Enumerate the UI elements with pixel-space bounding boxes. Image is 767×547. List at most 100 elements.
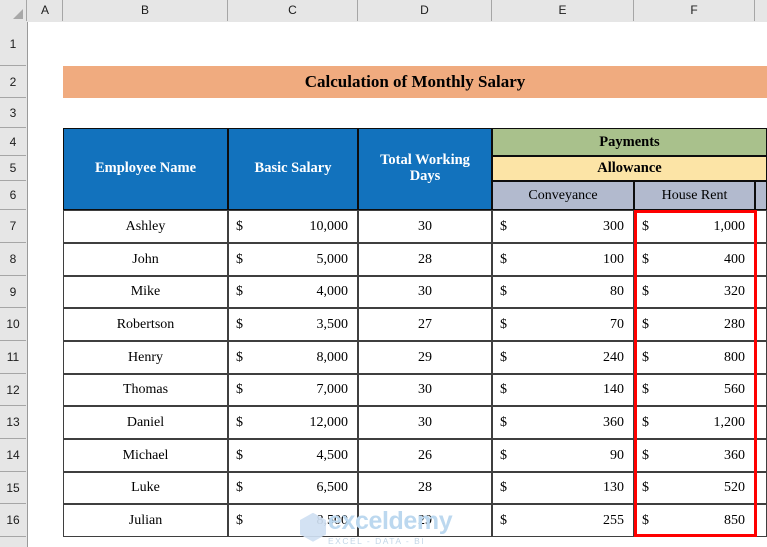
- cell-total-working-days[interactable]: 29: [358, 504, 492, 537]
- cell-basic-salary[interactable]: $5,000: [228, 243, 358, 276]
- column-header-e[interactable]: E: [492, 0, 634, 21]
- cell-partial-g[interactable]: [755, 308, 767, 341]
- cell-house-rent[interactable]: $360: [634, 439, 755, 472]
- cell-total-working-days[interactable]: 26: [358, 439, 492, 472]
- cell-employee-name[interactable]: Julian: [63, 504, 228, 537]
- cell-basic-salary[interactable]: $4,500: [228, 439, 358, 472]
- cell-house-rent[interactable]: $1,000: [634, 210, 755, 243]
- row-header-13[interactable]: 13: [0, 406, 26, 439]
- row-header-14[interactable]: 14: [0, 439, 26, 472]
- cell-partial-g[interactable]: [755, 439, 767, 472]
- cell-employee-name[interactable]: Luke: [63, 472, 228, 504]
- basic-salary-value: 4,000: [316, 284, 349, 299]
- cell-total-working-days[interactable]: 30: [358, 210, 492, 243]
- cell-conveyance[interactable]: $90: [492, 439, 634, 472]
- row-header-12[interactable]: 12: [0, 374, 26, 406]
- cell-employee-name[interactable]: Thomas: [63, 374, 228, 406]
- cell-conveyance[interactable]: $255: [492, 504, 634, 537]
- cell-conveyance[interactable]: $140: [492, 374, 634, 406]
- cell-house-rent[interactable]: $1,200: [634, 406, 755, 439]
- column-header-a[interactable]: A: [28, 0, 63, 21]
- cell-partial-g[interactable]: [755, 210, 767, 243]
- row-header-4[interactable]: 4: [0, 128, 26, 156]
- sheet-title-banner[interactable]: Calculation of Monthly Salary: [63, 66, 767, 98]
- cell-house-rent[interactable]: $320: [634, 276, 755, 308]
- row-header-2[interactable]: 2: [0, 66, 26, 98]
- header-basic-salary[interactable]: Basic Salary: [228, 128, 358, 210]
- column-header-strip: A B C D E F: [0, 0, 767, 23]
- cell-conveyance[interactable]: $360: [492, 406, 634, 439]
- cell-basic-salary[interactable]: $3,500: [228, 308, 358, 341]
- house-rent-value: 1,000: [713, 218, 746, 234]
- cell-basic-salary[interactable]: $10,000: [228, 210, 358, 243]
- column-header-f[interactable]: F: [634, 0, 755, 21]
- cell-house-rent[interactable]: $850: [634, 504, 755, 537]
- cell-partial-g[interactable]: [755, 374, 767, 406]
- conveyance-value: 360: [603, 414, 624, 430]
- header-house-rent[interactable]: House Rent: [634, 181, 755, 210]
- row-header-11[interactable]: 11: [0, 341, 26, 374]
- column-header-c[interactable]: C: [228, 0, 358, 21]
- cell-basic-salary[interactable]: $8,500: [228, 504, 358, 537]
- cell-employee-name[interactable]: John: [63, 243, 228, 276]
- cell-total-working-days[interactable]: 30: [358, 374, 492, 406]
- cell-conveyance[interactable]: $130: [492, 472, 634, 504]
- cell-partial-g[interactable]: [755, 406, 767, 439]
- cell-basic-salary[interactable]: $6,500: [228, 472, 358, 504]
- row-header-6[interactable]: 6: [0, 181, 26, 210]
- row-header-3[interactable]: 3: [0, 98, 26, 128]
- cell-conveyance[interactable]: $70: [492, 308, 634, 341]
- row-header-16[interactable]: 16: [0, 504, 26, 537]
- cell-total-working-days[interactable]: 29: [358, 341, 492, 374]
- header-employee-name[interactable]: Employee Name: [63, 128, 228, 210]
- cell-partial-g[interactable]: [755, 341, 767, 374]
- header-conveyance[interactable]: Conveyance: [492, 181, 634, 210]
- cell-conveyance[interactable]: $240: [492, 341, 634, 374]
- cell-partial-g[interactable]: [755, 472, 767, 504]
- cell-conveyance[interactable]: $300: [492, 210, 634, 243]
- row-header-15[interactable]: 15: [0, 472, 26, 504]
- cell-basic-salary[interactable]: $12,000: [228, 406, 358, 439]
- column-header-g-partial[interactable]: [755, 0, 767, 21]
- header-payments[interactable]: Payments: [492, 128, 767, 156]
- cell-partial-g[interactable]: [755, 243, 767, 276]
- cell-partial-g[interactable]: [755, 276, 767, 308]
- header-total-working-days[interactable]: Total Working Days: [358, 128, 492, 210]
- cell-house-rent[interactable]: $280: [634, 308, 755, 341]
- cell-total-working-days[interactable]: 28: [358, 243, 492, 276]
- row-header-7[interactable]: 7: [0, 210, 26, 243]
- cell-house-rent[interactable]: $560: [634, 374, 755, 406]
- row-header-5[interactable]: 5: [0, 156, 26, 181]
- cell-basic-salary[interactable]: $4,000: [228, 276, 358, 308]
- cell-total-working-days[interactable]: 28: [358, 472, 492, 504]
- cell-employee-name[interactable]: Mike: [63, 276, 228, 308]
- spreadsheet-canvas: A B C D E F 1 2 3 4 5 6 7 8 9 10 11 12 1…: [0, 0, 767, 547]
- cell-house-rent[interactable]: $520: [634, 472, 755, 504]
- cell-conveyance[interactable]: $80: [492, 276, 634, 308]
- cell-employee-name[interactable]: Daniel: [63, 406, 228, 439]
- header-partial-g[interactable]: [755, 181, 767, 210]
- currency-symbol: $: [500, 447, 507, 463]
- cell-total-working-days[interactable]: 30: [358, 406, 492, 439]
- cell-total-working-days[interactable]: 30: [358, 276, 492, 308]
- cell-basic-salary[interactable]: $8,000: [228, 341, 358, 374]
- cell-house-rent[interactable]: $400: [634, 243, 755, 276]
- column-header-b[interactable]: B: [63, 0, 228, 21]
- header-allowance[interactable]: Allowance: [492, 156, 767, 181]
- cell-house-rent[interactable]: $800: [634, 341, 755, 374]
- row-header-9[interactable]: 9: [0, 276, 26, 308]
- cell-employee-name[interactable]: Henry: [63, 341, 228, 374]
- cell-employee-name[interactable]: Michael: [63, 439, 228, 472]
- house-rent-value: 360: [724, 447, 745, 463]
- cell-conveyance[interactable]: $100: [492, 243, 634, 276]
- cell-basic-salary[interactable]: $7,000: [228, 374, 358, 406]
- row-header-1[interactable]: 1: [0, 22, 26, 66]
- cell-employee-name[interactable]: Ashley: [63, 210, 228, 243]
- cell-total-working-days[interactable]: 27: [358, 308, 492, 341]
- row-header-8[interactable]: 8: [0, 243, 26, 276]
- select-all-corner[interactable]: [0, 0, 27, 21]
- cell-employee-name[interactable]: Robertson: [63, 308, 228, 341]
- column-header-d[interactable]: D: [358, 0, 492, 21]
- row-header-10[interactable]: 10: [0, 308, 26, 341]
- cell-partial-g[interactable]: [755, 504, 767, 537]
